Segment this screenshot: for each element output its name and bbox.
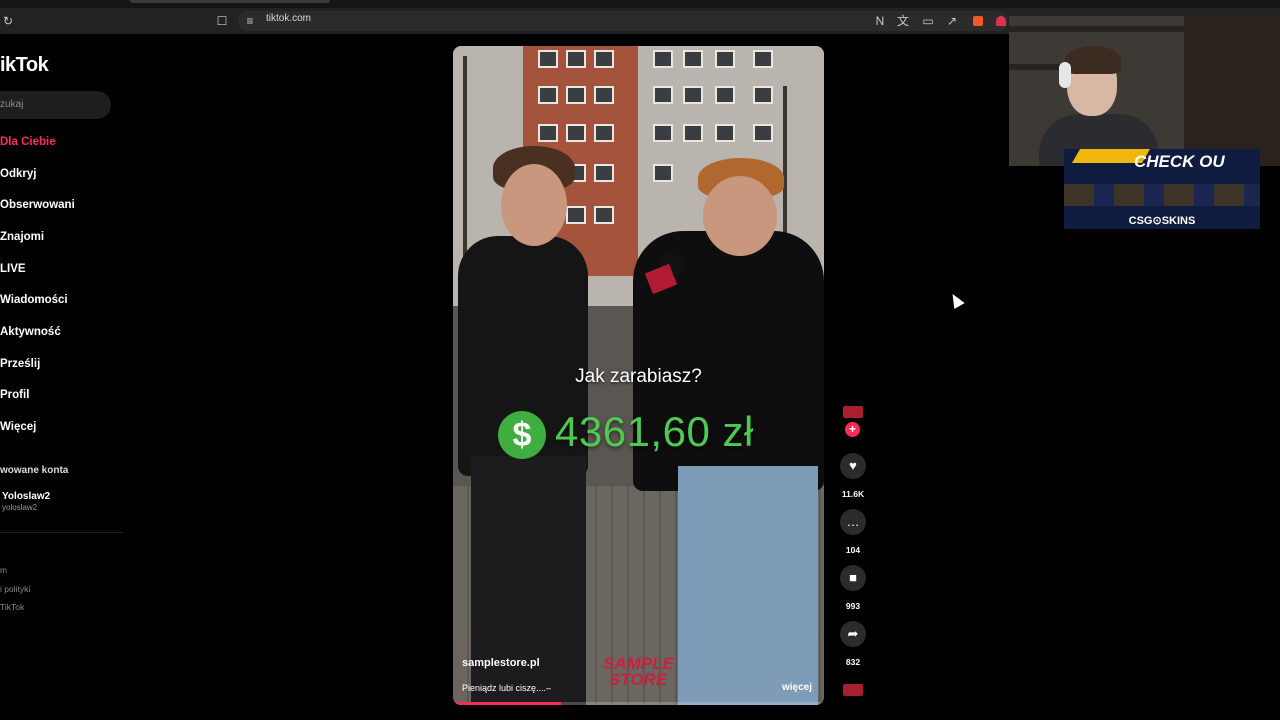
reload-icon[interactable]: ↻ <box>0 13 16 29</box>
dollar-icon: $ <box>498 411 546 459</box>
bookmark-icon: ■ <box>849 570 857 585</box>
creator-avatar[interactable] <box>843 406 863 418</box>
music-disc-icon[interactable] <box>843 684 863 696</box>
webcam-bookshelf <box>1184 16 1280 166</box>
nav-explore[interactable]: Odkryj <box>0 168 36 180</box>
nav-activity[interactable]: Aktywność <box>0 326 61 338</box>
active-tab[interactable] <box>130 0 330 3</box>
share-arrow-icon: ➦ <box>847 626 859 641</box>
comment-button[interactable]: … <box>840 509 866 535</box>
followed-accounts-title: wowane konta <box>0 465 69 476</box>
nav-following[interactable]: Obserwowani <box>0 199 75 211</box>
nav-friends[interactable]: Znajomi <box>0 231 44 243</box>
video-progress-bar[interactable] <box>453 702 824 705</box>
nav-live[interactable]: LIVE <box>0 263 26 275</box>
heart-icon: ♥ <box>849 458 857 473</box>
nav-more[interactable]: Więcej <box>0 421 36 433</box>
sponsor-banner: CHECK OU CSG⊙SKINS <box>1064 149 1260 229</box>
footer-link[interactable]: i polityki <box>0 584 30 594</box>
sponsor-brand: CSG⊙SKINS <box>1128 215 1196 227</box>
video-author[interactable]: samplestore.pl <box>462 657 540 669</box>
translate-icon[interactable]: 文 <box>895 13 911 29</box>
nav-messages[interactable]: Wiadomości <box>0 294 68 306</box>
tiktok-logo[interactable]: ikTok <box>0 54 49 77</box>
translate-off-icon[interactable]: N <box>872 13 888 29</box>
comment-icon: … <box>846 514 860 529</box>
more-link[interactable]: więcej <box>782 682 812 693</box>
brave-rewards-icon[interactable] <box>996 16 1006 26</box>
webcam-overlay <box>1009 16 1184 166</box>
share-count: 832 <box>845 657 861 667</box>
video-player[interactable]: Jak zarabiasz? $ 4361,60 zł SAMPLE STORE… <box>453 46 824 705</box>
follow-plus-icon[interactable]: + <box>845 422 860 437</box>
followed-account-name[interactable]: Yoloslaw2 <box>2 491 50 502</box>
brave-shield-icon[interactable] <box>973 16 983 26</box>
like-count: 11.6K <box>841 489 865 499</box>
bookmark-icon[interactable]: ☐ <box>214 13 230 29</box>
share-icon[interactable]: ↗ <box>944 13 960 29</box>
mouse-cursor-icon <box>947 290 965 310</box>
save-count: 993 <box>845 601 861 611</box>
sample-store-watermark: SAMPLE STORE <box>603 654 674 689</box>
sidebar-divider <box>0 532 124 533</box>
like-button[interactable]: ♥ <box>840 453 866 479</box>
nav-upload[interactable]: Prześlij <box>0 358 40 370</box>
address-bar[interactable] <box>238 11 1008 31</box>
nav-for-you[interactable]: Dla Ciebie <box>0 136 56 148</box>
video-question-subtitle: Jak zarabiasz? <box>575 366 702 387</box>
video-progress-fill <box>453 702 561 705</box>
earnings-amount: 4361,60 zł <box>555 408 754 455</box>
footer-copyright: TikTok <box>0 602 25 612</box>
footer-link[interactable]: m <box>0 565 7 575</box>
sponsor-headline: CHECK OU <box>1134 152 1225 171</box>
sidebar: ikTok zukaj Dla Ciebie Odkryj Obserwowan… <box>0 34 130 720</box>
search-placeholder: zukaj <box>0 99 24 110</box>
comment-count: 104 <box>845 545 861 555</box>
browser-tab-strip <box>0 0 1280 8</box>
video-caption: Pieniądz lubi ciszę....– <box>462 683 552 693</box>
cast-icon[interactable]: ▭ <box>920 13 936 29</box>
url-text[interactable]: tiktok.com <box>266 13 311 24</box>
site-info-icon[interactable]: ≡ <box>242 13 258 29</box>
headset-icon <box>1059 62 1071 88</box>
followed-account-handle[interactable]: yoloslaw2 <box>2 503 37 512</box>
search-input[interactable]: zukaj <box>0 91 111 119</box>
save-button[interactable]: ■ <box>840 565 866 591</box>
share-button[interactable]: ➦ <box>840 621 866 647</box>
nav-profile[interactable]: Profil <box>0 389 29 401</box>
